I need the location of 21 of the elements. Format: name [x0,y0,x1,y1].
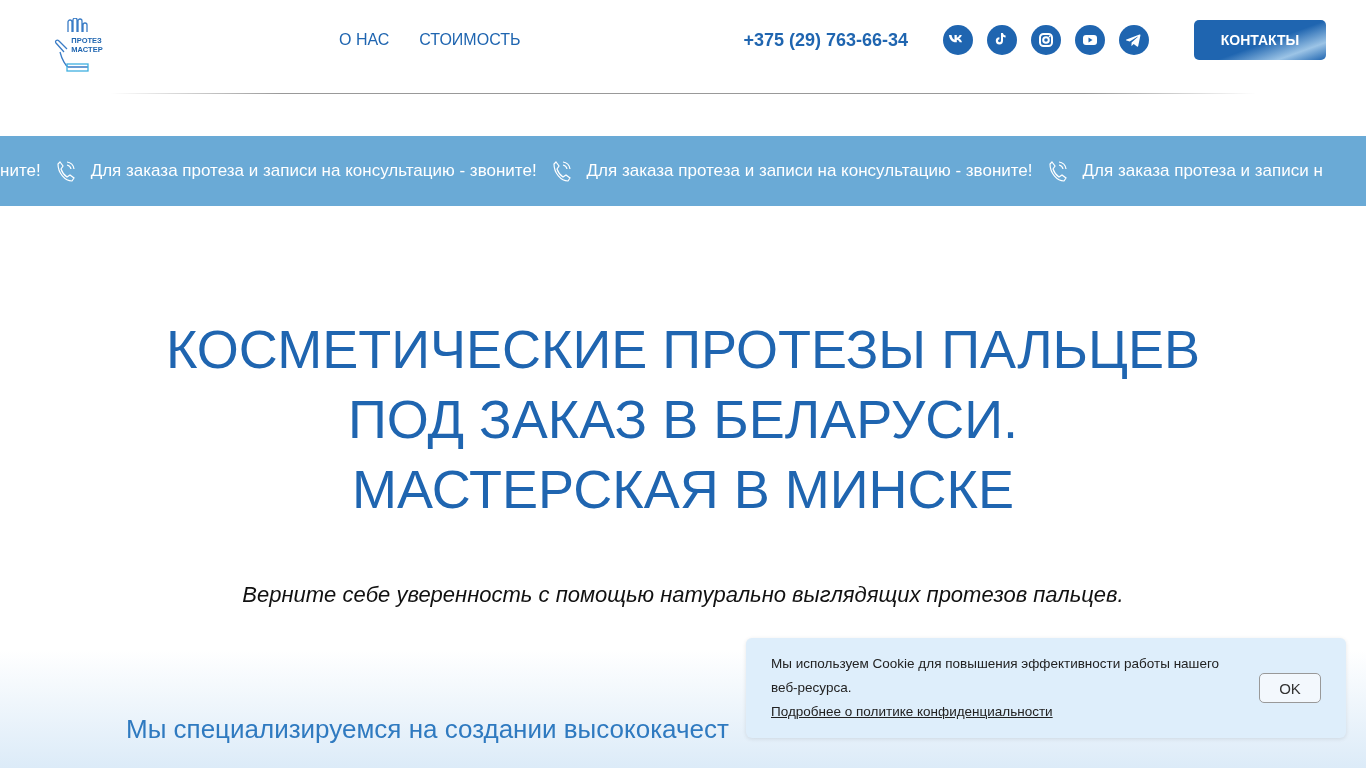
intro-text: Мы специализируемся на создании высококачест [126,714,729,745]
instagram-icon[interactable] [1031,25,1061,55]
ticker-text: ните! [0,161,41,181]
youtube-icon[interactable] [1075,25,1105,55]
ticker-text: Для заказа протеза и записи на консультацию - звоните! [586,161,1033,181]
privacy-link[interactable]: Подробнее о политике конфиденциальности [771,700,1053,724]
hero-title: ПОД ЗАКАЗ В БЕЛАРУСИ. [347,388,1019,451]
hero-title: МАСТЕРСКАЯ В МИНСКЕ [351,458,1015,521]
nav-link[interactable]: СТОИМОСТЬ [419,31,521,49]
tiktok-icon[interactable] [987,25,1017,55]
hero-title: КОСМЕТИЧЕСКИЕ ПРОТЕЗЫ ПАЛЬЦЕВ [165,318,1201,381]
ok-button[interactable]: OK [1259,673,1321,703]
hero-subtitle: Верните себе уверенность с помощью натурально выглядящих протезов пальцев. [241,582,1125,608]
telegram-icon[interactable] [1119,25,1149,55]
ticker-text: Для заказа протеза и записи н [1082,161,1323,181]
ticker-text: Для заказа протеза и записи на консультацию - звоните! [90,161,537,181]
cookie-text: Мы используем Cookie для повышения эффективности работы нашего веб-ресурса. [771,655,1221,697]
nav-link[interactable]: О НАС [339,31,390,49]
contacts-button[interactable]: КОНТАКТЫ [1194,20,1326,60]
phone-number[interactable]: +375 (29) 763-66-34 [743,29,908,51]
vk-icon[interactable] [943,25,973,55]
